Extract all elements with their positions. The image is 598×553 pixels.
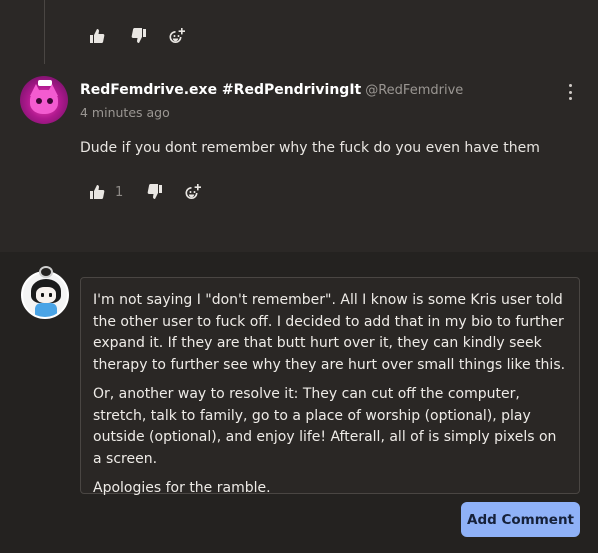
comment-input[interactable]: I'm not saying I "don't remember". All I… (80, 277, 580, 496)
like-count: 1 (115, 184, 124, 200)
previous-comment-actions (85, 24, 189, 48)
avatar[interactable] (20, 76, 68, 124)
comment-body: Dude if you dont remember why the fuck d… (80, 140, 540, 156)
reply-paragraph[interactable]: Apologies for the ramble. (93, 478, 567, 500)
add-reaction-icon[interactable] (181, 180, 205, 204)
thumbs-down-icon[interactable] (127, 24, 151, 48)
reply-paragraph[interactable]: Or, another way to resolve it: They can … (93, 384, 567, 470)
current-user-avatar[interactable] (21, 271, 69, 319)
thumbs-down-icon[interactable] (143, 180, 167, 204)
add-reaction-icon[interactable] (165, 24, 189, 48)
thumbs-up-icon[interactable] (85, 180, 109, 204)
author-name[interactable]: RedFemdrive.exe #RedPendrivingIt (80, 82, 361, 98)
comment-actions: 1 (85, 180, 205, 204)
thumbs-up-icon[interactable] (85, 24, 109, 48)
thread-line (44, 0, 45, 64)
reply-paragraph[interactable]: I'm not saying I "don't remember". All I… (93, 290, 567, 376)
add-comment-button[interactable]: Add Comment (461, 502, 580, 537)
author-handle[interactable]: @RedFemdrive (365, 83, 463, 98)
more-options-icon[interactable] (562, 84, 578, 100)
comment-time: 4 minutes ago (80, 105, 170, 120)
halo-badge-icon (39, 266, 53, 278)
comment-author[interactable]: RedFemdrive.exe #RedPendrivingIt @RedFemd… (80, 82, 463, 98)
